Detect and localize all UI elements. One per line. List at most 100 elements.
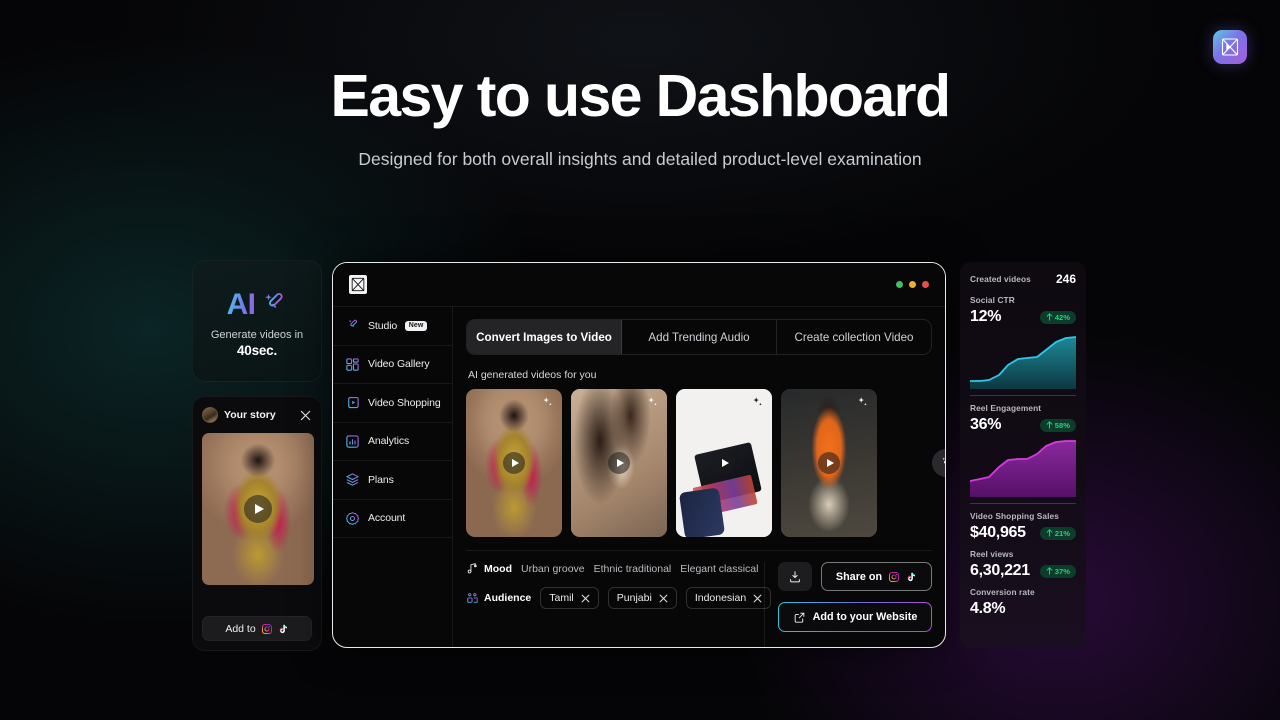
ai-promo-card: AI Generate videos in 40sec. [192,260,322,382]
tab-create-collection-video[interactable]: Create collection Video [777,320,931,354]
status-badge: 21% [1039,526,1076,540]
mood-option-urban-groove[interactable]: Urban groove [521,563,585,575]
audience-chip-indonesian[interactable]: Indonesian [685,587,772,609]
traffic-light-yellow[interactable] [909,281,916,288]
audience-chip-tamil[interactable]: Tamil [540,587,599,609]
download-icon [790,570,800,582]
tab-bar: Convert Images to Video Add Trending Aud… [466,319,932,355]
stat-value: 6,30,221 [970,562,1030,579]
stat-social-ctr: Social CTR 12% 42% [969,295,1077,396]
instagram-icon [261,623,272,634]
magic-wand-icon [942,457,945,464]
grid-icon [345,357,360,372]
mood-option-ethnic-traditional[interactable]: Ethnic traditional [594,563,672,575]
sidebar-item-label: Video Gallery [368,358,430,371]
audience-icon [467,592,478,603]
traffic-light-red[interactable] [922,281,929,288]
play-icon[interactable] [713,452,735,474]
sidebar-item-plans[interactable]: Plans [333,461,452,500]
brand-logo-icon[interactable] [1213,30,1247,64]
play-triangle [616,459,624,467]
sidebar-item-label: Plans [368,473,394,486]
tiktok-icon [279,624,287,633]
story-thumbnail[interactable] [202,433,314,585]
play-icon[interactable] [503,452,525,474]
controls-area: Mood Urban groove Ethnic traditional Ele… [466,550,932,647]
created-videos-value: 246 [1055,272,1076,286]
story-title: Your story [224,409,276,421]
sidebar-item-studio[interactable]: Studio New [333,307,452,346]
avatar [202,407,218,423]
magic-wand-fab-button[interactable] [932,449,945,477]
story-header: Your story [202,406,312,424]
sidebar-item-analytics[interactable]: Analytics [333,423,452,461]
brand-logo-glyph [1221,38,1239,56]
add-to-website-button[interactable]: Add to your Website [778,602,932,632]
app-logo-icon[interactable] [349,275,367,294]
window-controls [896,281,929,288]
badge-value: 42% [1054,312,1070,322]
download-button[interactable] [778,562,812,591]
share-label: Share on [835,570,883,583]
close-icon[interactable] [753,594,762,603]
stat-label: Conversion rate [970,587,1035,597]
audience-row: Audience Tamil Punjabi Indonesian [466,587,772,609]
audience-chip-punjabi[interactable]: Punjabi [607,587,677,609]
your-story-card: Your story Add to [192,396,322,651]
sidebar-item-video-gallery[interactable]: Video Gallery [333,346,452,384]
play-triangle [254,504,264,514]
video-card-orange-kurta[interactable] [781,389,877,537]
tab-add-trending-audio[interactable]: Add Trending Audio [622,320,777,354]
tiktok-icon [907,572,916,581]
stat-value: 12% [970,308,1002,325]
sidebar: Studio New Video Gallery Video Shopping … [333,307,453,647]
close-icon[interactable] [581,594,590,603]
chip-label: Tamil [549,592,574,604]
chart-baseline [970,395,1076,396]
stat-value-row: 12% 42% [970,308,1076,326]
new-badge: New [405,320,427,331]
main-panel: Convert Images to Video Add Trending Aud… [453,307,945,647]
add-to-social-button[interactable]: Add to [202,616,312,641]
layers-icon [345,472,360,487]
audience-key: Audience [466,592,531,605]
play-icon[interactable] [608,452,630,474]
page-title: Easy to use Dashboard [330,63,951,129]
play-icon[interactable] [818,452,840,474]
play-icon[interactable] [244,495,272,523]
video-card-makeup-palette[interactable] [676,389,772,537]
close-icon[interactable] [659,594,668,603]
mood-option-elegant-classical[interactable]: Elegant classical [680,563,758,575]
video-card-earring-closeup[interactable] [571,389,667,537]
area-chart-cyan [969,336,1077,389]
gear-icon [345,511,360,526]
traffic-light-green[interactable] [896,281,903,288]
arrow-up-icon [1046,313,1053,321]
video-card-bridal-lehenga[interactable] [466,389,562,537]
stat-reel-views: Reel views 6,30,221 37% [970,549,1076,580]
mood-row: Mood Urban groove Ethnic traditional Ele… [466,562,758,575]
stat-video-shopping-sales: Video Shopping Sales $40,965 21% [970,511,1076,542]
sidebar-item-label: Analytics [368,435,410,448]
ai-line-1: Generate videos in [210,329,304,341]
ai-mark: AI [227,290,288,320]
sidebar-item-video-shopping[interactable]: Video Shopping [333,384,452,423]
sparkle-icon [856,396,869,414]
instagram-icon [889,571,900,582]
sidebar-item-label: Studio [368,319,398,332]
reel-engagement-chart [969,439,1077,504]
play-triangle [511,459,519,467]
close-glyph [300,410,310,420]
status-badge: 42% [1039,310,1076,324]
created-videos-row: Created videos 246 [970,272,1076,286]
stat-label: Reel views [970,549,1014,559]
page-subtitle: Designed for both overall insights and d… [358,149,922,169]
sparkle-icon [541,396,554,414]
close-icon[interactable] [298,408,312,422]
chip-label: Indonesian [694,592,747,604]
sidebar-item-account[interactable]: Account [333,500,452,538]
share-on-button[interactable]: Share on [821,562,932,591]
tab-convert-images-to-video[interactable]: Convert Images to Video [467,320,622,354]
status-badge: 37% [1039,564,1076,578]
stat-value-row: 6,30,221 37% [970,562,1076,580]
